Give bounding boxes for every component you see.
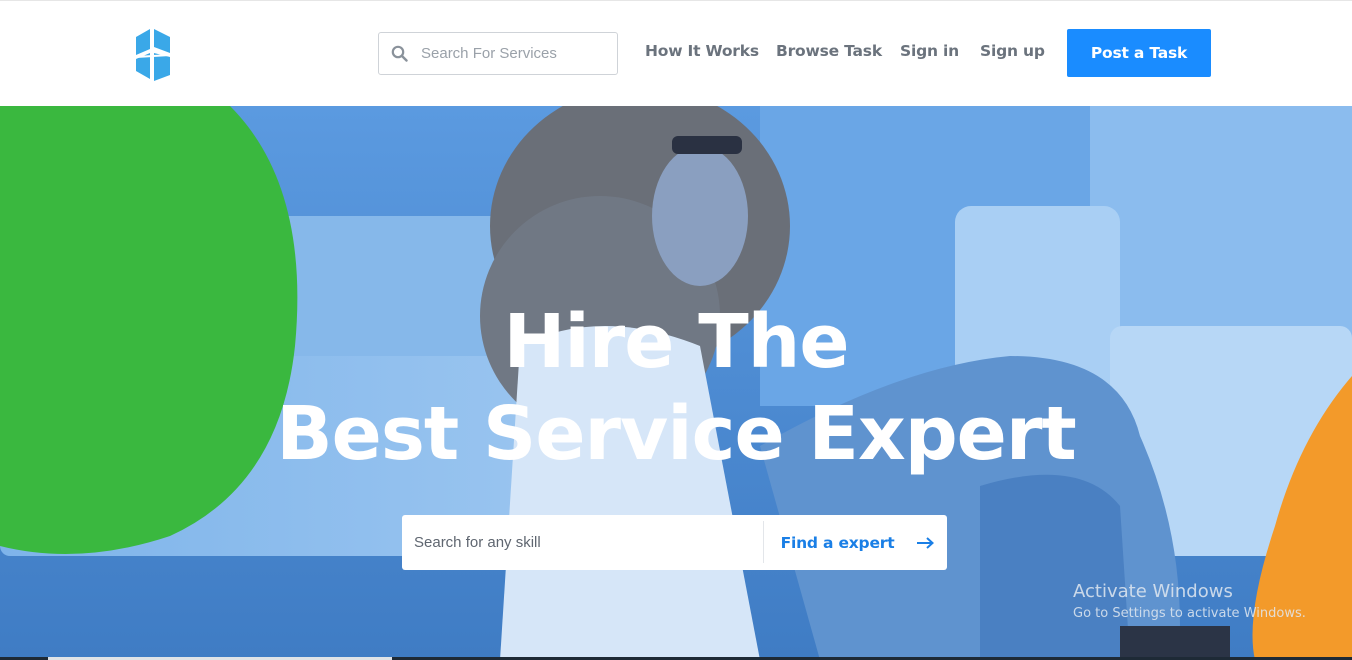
search-icon bbox=[391, 45, 408, 62]
find-expert-button[interactable]: Find a expert bbox=[768, 515, 947, 570]
post-task-button[interactable]: Post a Task bbox=[1067, 29, 1211, 77]
hero-heading-line-2: Best Service Expert bbox=[276, 391, 1076, 477]
top-search-box bbox=[378, 32, 618, 75]
skill-search-box: Find a expert bbox=[402, 515, 947, 570]
nav-browse-task[interactable]: Browse Task bbox=[776, 42, 882, 60]
nav-how-it-works[interactable]: How It Works bbox=[645, 42, 759, 60]
search-divider bbox=[763, 521, 764, 563]
hero-section: Hire The Best Service Expert Find a expe… bbox=[0, 106, 1352, 660]
watermark-title: Activate Windows bbox=[1073, 581, 1233, 602]
nav-sign-in[interactable]: Sign in bbox=[900, 42, 959, 60]
site-header: How It Works Browse Task Sign in Sign up… bbox=[0, 0, 1352, 106]
find-expert-label: Find a expert bbox=[780, 533, 895, 552]
service-search-input[interactable] bbox=[421, 33, 611, 74]
cube-logo-icon[interactable] bbox=[134, 27, 172, 83]
skill-search-input[interactable] bbox=[414, 515, 759, 570]
activate-windows-watermark: Activate Windows Go to Settings to activ… bbox=[1073, 580, 1306, 624]
arrow-right-icon bbox=[917, 536, 935, 549]
watermark-subtitle: Go to Settings to activate Windows. bbox=[1073, 606, 1306, 621]
hero-heading: Hire The Best Service Expert bbox=[0, 296, 1352, 480]
nav-sign-up[interactable]: Sign up bbox=[980, 42, 1045, 60]
hero-heading-line-1: Hire The bbox=[503, 299, 849, 385]
